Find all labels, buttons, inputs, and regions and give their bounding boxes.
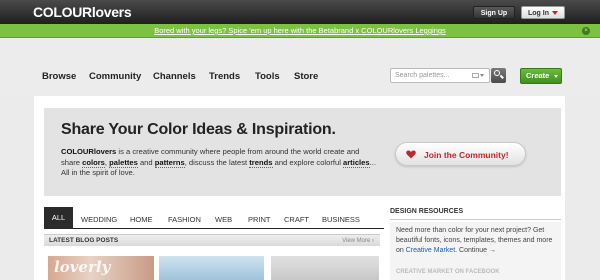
search-placeholder: Search palettes... xyxy=(395,72,450,79)
nav-store[interactable]: Store xyxy=(294,71,318,82)
tab-web[interactable]: WEB xyxy=(215,215,232,224)
create-button[interactable]: Create xyxy=(520,68,562,84)
brand-name: COLOURlovers xyxy=(61,147,117,156)
signup-button[interactable]: Sign Up xyxy=(473,6,515,19)
articles-link[interactable]: articles xyxy=(343,157,370,168)
view-more-link[interactable]: View More › xyxy=(342,238,374,244)
trends-link[interactable]: trends xyxy=(249,157,273,168)
chevron-down-icon[interactable] xyxy=(480,74,484,77)
continue-link[interactable]: . Continue → xyxy=(455,247,496,254)
blog-thumbnail[interactable] xyxy=(159,256,264,280)
nav-trends[interactable]: Trends xyxy=(209,71,240,82)
login-button[interactable]: Log In xyxy=(521,6,565,19)
join-label: Join the Community! xyxy=(424,150,509,160)
creative-market-link[interactable]: Creative Market xyxy=(406,247,455,254)
hero-title: Share Your Color Ideas & Inspiration. xyxy=(61,121,336,138)
promo-link[interactable]: Bored with your legs? Spice 'em up here … xyxy=(0,26,600,35)
nav-channels[interactable]: Channels xyxy=(153,71,196,82)
close-icon[interactable]: × xyxy=(582,27,590,35)
chevron-down-icon xyxy=(554,75,558,78)
blog-posts-title: LATEST BLOG POSTS xyxy=(49,237,119,244)
design-resources-text: Need more than color for your next proje… xyxy=(396,227,553,254)
tab-fashion[interactable]: FASHION xyxy=(168,215,201,224)
blog-thumbnail[interactable]: loverly xyxy=(48,256,154,280)
search-button[interactable] xyxy=(491,68,506,83)
tab-business[interactable]: BUSINESS xyxy=(322,215,360,224)
promo-banner: Bored with your legs? Spice 'em up here … xyxy=(0,24,600,38)
blog-thumbnail[interactable] xyxy=(271,256,379,280)
search-input[interactable]: Search palettes... xyxy=(390,68,490,83)
tab-all[interactable]: ALL xyxy=(44,207,73,229)
tab-wedding[interactable]: WEDDING xyxy=(81,215,117,224)
create-label: Create xyxy=(526,71,550,80)
nav-community[interactable]: Community xyxy=(89,71,141,82)
tab-print[interactable]: PRINT xyxy=(248,215,271,224)
nav-tools[interactable]: Tools xyxy=(255,71,280,82)
hero-description: COLOURlovers is a creative community whe… xyxy=(61,147,376,177)
main-nav xyxy=(0,38,600,96)
design-resources-title: DESIGN RESOURCES xyxy=(390,208,464,215)
grid-view-icon[interactable] xyxy=(472,73,479,78)
chevron-down-icon xyxy=(552,11,558,16)
tab-craft[interactable]: CRAFT xyxy=(284,215,309,224)
facebook-heading: CREATIVE MARKET ON FACEBOOK xyxy=(396,269,500,275)
divider xyxy=(390,219,561,220)
top-bar: COLOURlovers Sign Up Log In xyxy=(0,0,600,24)
colors-link[interactable]: colors xyxy=(82,157,105,168)
login-label: Log In xyxy=(528,10,549,17)
tab-home[interactable]: HOME xyxy=(130,215,153,224)
nav-browse[interactable]: Browse xyxy=(42,71,76,82)
heart-icon xyxy=(406,150,416,159)
blog-posts-header: LATEST BLOG POSTS View More › xyxy=(44,234,380,246)
site-logo[interactable]: COLOURlovers xyxy=(33,4,132,20)
palettes-link[interactable]: palettes xyxy=(109,157,138,168)
patterns-link[interactable]: patterns xyxy=(154,157,185,168)
join-community-button[interactable]: Join the Community! xyxy=(395,142,526,166)
thumbnail-text: loverly xyxy=(54,258,111,276)
